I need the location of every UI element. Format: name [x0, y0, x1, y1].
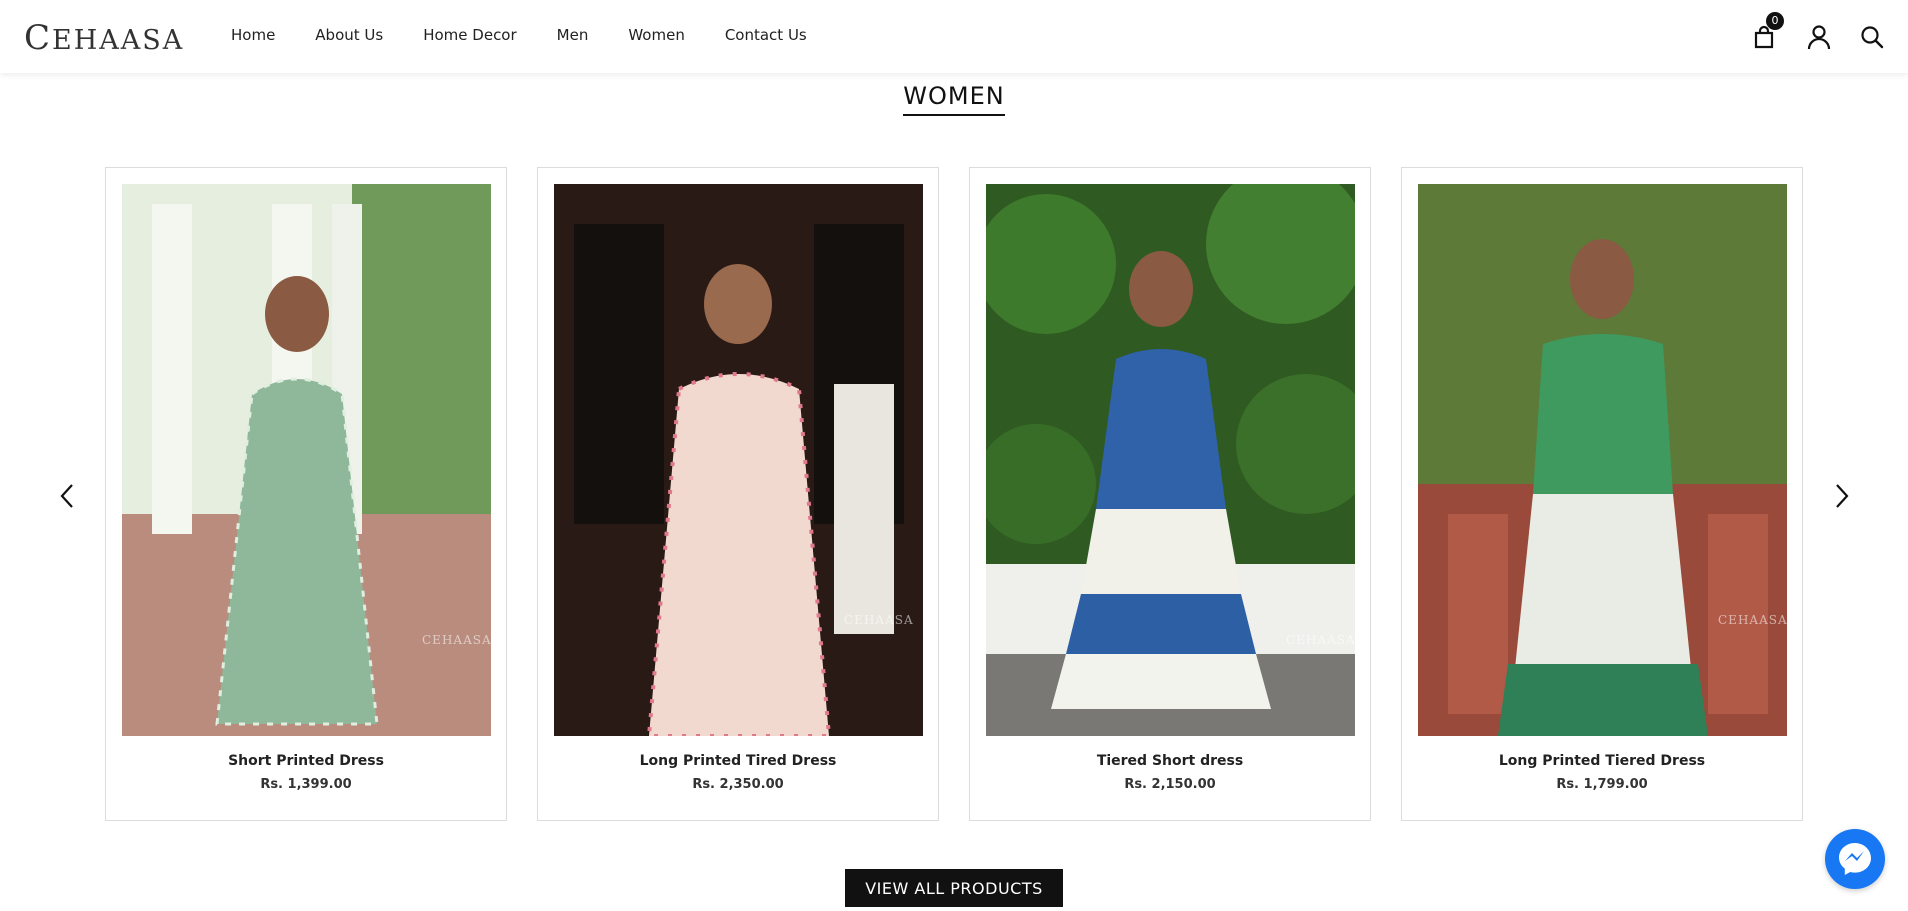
product-image[interactable]: CEHAASA [122, 184, 491, 736]
search-icon[interactable] [1859, 24, 1885, 50]
header-icons: 0 [1708, 0, 1908, 73]
logo-text: EHAASA [52, 25, 185, 56]
logo-initial: C [24, 18, 53, 58]
product-image[interactable]: CEHAASA [986, 184, 1355, 736]
product-card[interactable]: CEHAASA Tiered Short dress Rs. 2,150.00 [969, 167, 1371, 821]
product-image[interactable]: CEHAASA [554, 184, 923, 736]
nav-item-men[interactable]: Men [557, 26, 589, 44]
cart-count-badge: 0 [1766, 12, 1784, 30]
product-price: Rs. 2,350.00 [692, 777, 784, 792]
section-title: WOMEN [903, 82, 1005, 116]
user-icon[interactable] [1806, 24, 1832, 50]
product-card[interactable]: CEHAASA Short Printed Dress Rs. 1,399.00 [105, 167, 507, 821]
logo[interactable]: CEHAASA [24, 18, 184, 58]
product-price: Rs. 2,150.00 [1124, 777, 1216, 792]
product-price: Rs. 1,799.00 [1556, 777, 1648, 792]
svg-text:CEHAASA: CEHAASA [1286, 633, 1355, 647]
nav-item-home[interactable]: Home [231, 26, 275, 44]
chevron-right-icon[interactable] [1829, 482, 1853, 510]
product-name[interactable]: Short Printed Dress [106, 753, 506, 769]
product-name[interactable]: Long Printed Tired Dress [538, 753, 938, 769]
svg-text:CEHAASA: CEHAASA [1718, 613, 1787, 627]
section-heading: WOMEN [0, 82, 1908, 116]
view-all-products-button[interactable]: VIEW ALL PRODUCTS [845, 869, 1063, 907]
nav-item-women[interactable]: Women [628, 26, 684, 44]
main-nav: Home About Us Home Decor Men Women Conta… [231, 26, 847, 44]
product-card[interactable]: CEHAASA Long Printed Tired Dress Rs. 2,3… [537, 167, 939, 821]
product-price: Rs. 1,399.00 [260, 777, 352, 792]
chevron-left-icon[interactable] [56, 482, 80, 510]
messenger-icon[interactable] [1825, 829, 1885, 889]
svg-text:CEHAASA: CEHAASA [422, 633, 491, 647]
product-image[interactable]: CEHAASA [1418, 184, 1787, 736]
product-name[interactable]: Long Printed Tiered Dress [1402, 753, 1802, 769]
svg-text:CEHAASA: CEHAASA [844, 613, 914, 627]
site-header: CEHAASA Home About Us Home Decor Men Wom… [0, 0, 1908, 73]
nav-item-contact-us[interactable]: Contact Us [725, 26, 807, 44]
product-name[interactable]: Tiered Short dress [970, 753, 1370, 769]
product-card[interactable]: CEHAASA Long Printed Tiered Dress Rs. 1,… [1401, 167, 1803, 821]
nav-item-home-decor[interactable]: Home Decor [423, 26, 516, 44]
nav-item-about-us[interactable]: About Us [315, 26, 383, 44]
